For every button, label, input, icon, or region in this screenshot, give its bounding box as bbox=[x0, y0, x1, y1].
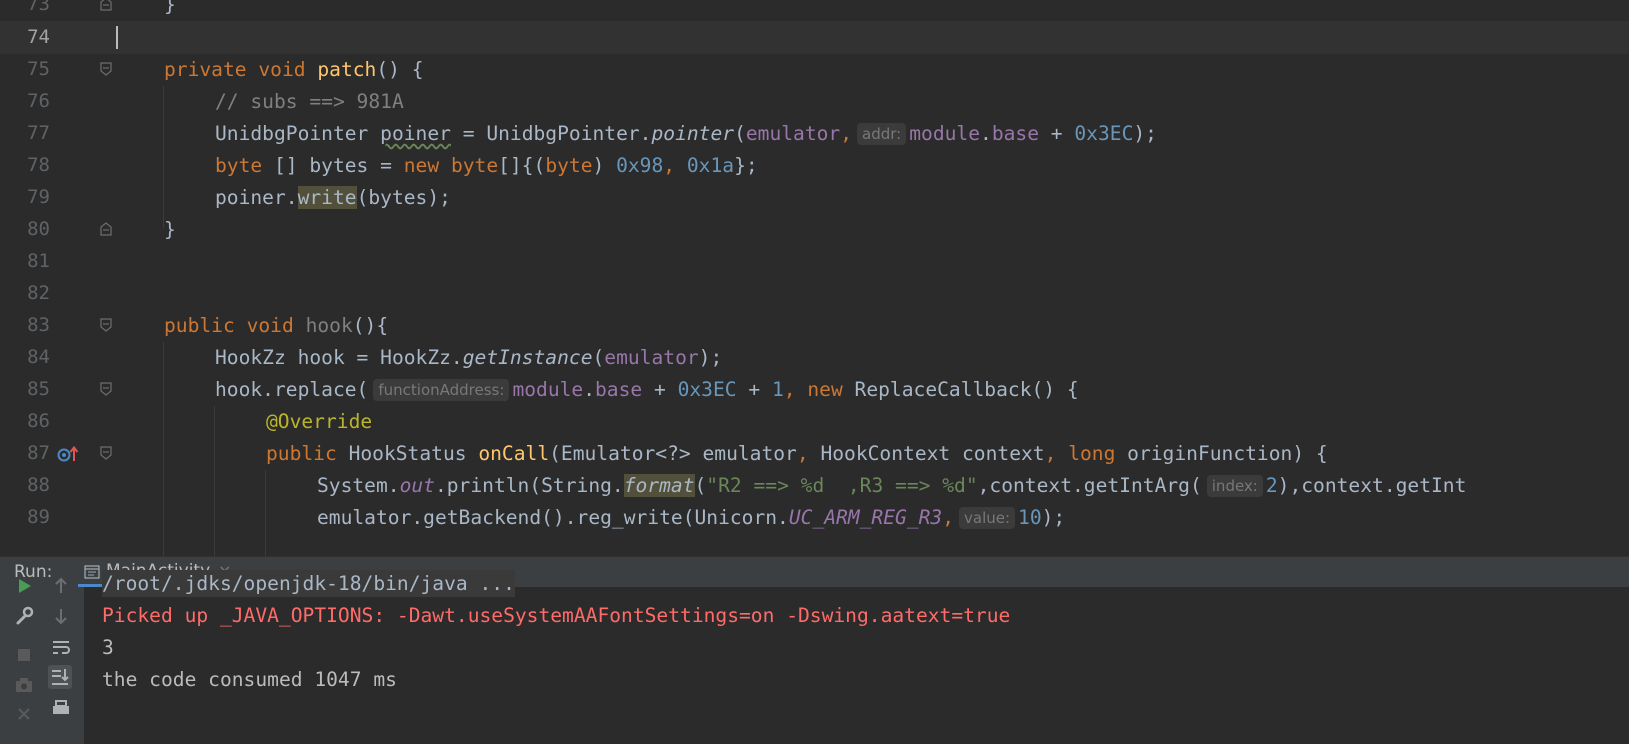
arrow-up-icon[interactable] bbox=[49, 574, 73, 598]
implements-method-icon[interactable] bbox=[56, 445, 80, 463]
run-toolbar bbox=[0, 577, 84, 744]
play-icon[interactable] bbox=[12, 574, 36, 598]
code-text: public HookStatus onCall(Emulator<?> emu… bbox=[266, 442, 1328, 465]
command-line[interactable]: /root/.jdks/openjdk-18/bin/java ... bbox=[102, 570, 515, 597]
fold-start-icon[interactable] bbox=[100, 446, 112, 460]
line-number: 87 bbox=[27, 442, 50, 464]
console-icon bbox=[84, 564, 100, 579]
camera-icon[interactable] bbox=[12, 672, 36, 696]
line-number: 80 bbox=[27, 218, 50, 240]
code-text: } bbox=[164, 218, 176, 241]
stop-icon[interactable] bbox=[12, 642, 36, 666]
parameter-hint: value: bbox=[959, 507, 1016, 529]
line-number: 74 bbox=[27, 26, 50, 48]
console-line: 3 bbox=[102, 636, 114, 659]
fold-start-icon[interactable] bbox=[100, 62, 112, 76]
code-comment: // subs ==> 981A bbox=[215, 90, 404, 113]
fold-end-icon[interactable] bbox=[100, 0, 112, 11]
line-number: 88 bbox=[27, 474, 50, 496]
scroll-to-end-icon[interactable] bbox=[48, 665, 72, 689]
code-editor[interactable]: 73 } 74 75 private void patch() { 76 // … bbox=[0, 0, 1629, 556]
fold-start-icon[interactable] bbox=[100, 318, 112, 332]
code-text: } bbox=[164, 0, 176, 16]
code-line[interactable]: 89 emulator.getBackend().reg_write(Unico… bbox=[0, 501, 1629, 534]
code-text: hook.replace(functionAddress: module.base… bbox=[215, 378, 1079, 401]
code-line[interactable]: 83 public void hook(){ bbox=[0, 309, 1629, 342]
console-line: Picked up _JAVA_OPTIONS: -Dawt.useSystem… bbox=[102, 604, 1011, 627]
code-line-current[interactable]: 74 bbox=[0, 21, 1629, 54]
close-icon[interactable] bbox=[12, 702, 36, 726]
code-line[interactable]: 86 @Override bbox=[0, 405, 1629, 438]
line-number: 82 bbox=[27, 282, 50, 304]
text-caret bbox=[116, 26, 118, 49]
code-line[interactable]: 80 } bbox=[0, 213, 1629, 246]
code-text: System.out.println(String.format("R2 ==>… bbox=[317, 474, 1467, 497]
code-text: emulator.getBackend().reg_write(Unicorn.… bbox=[317, 506, 1066, 529]
print-icon[interactable] bbox=[49, 697, 73, 721]
line-number: 86 bbox=[27, 410, 50, 432]
wrench-icon[interactable] bbox=[12, 604, 36, 628]
code-line[interactable]: 75 private void patch() { bbox=[0, 53, 1629, 86]
code-text: UnidbgPointer poiner = UnidbgPointer.poi… bbox=[215, 122, 1157, 145]
console-line: the code consumed 1047 ms bbox=[102, 668, 397, 691]
line-number: 78 bbox=[27, 154, 50, 176]
soft-wrap-icon[interactable] bbox=[49, 635, 73, 659]
fold-start-icon[interactable] bbox=[100, 382, 112, 396]
line-number: 73 bbox=[27, 0, 50, 15]
code-text: poiner.write(bytes); bbox=[215, 186, 451, 209]
console-output[interactable]: /root/.jdks/openjdk-18/bin/java ... Pick… bbox=[84, 570, 1629, 744]
line-number: 89 bbox=[27, 506, 50, 528]
code-text: byte [] bytes = new byte[]{(byte) 0x98, … bbox=[215, 154, 758, 177]
parameter-hint: addr: bbox=[857, 123, 907, 145]
line-number: 76 bbox=[27, 90, 50, 112]
code-line[interactable]: 76 // subs ==> 981A bbox=[0, 85, 1629, 118]
code-text: HookZz hook = HookZz.getInstance(emulato… bbox=[215, 346, 723, 369]
parameter-hint: index: bbox=[1206, 475, 1263, 497]
line-number: 77 bbox=[27, 122, 50, 144]
line-number: 81 bbox=[27, 250, 50, 272]
console-line: /root/.jdks/openjdk-18/bin/java ... bbox=[102, 567, 515, 600]
code-line[interactable]: 78 byte [] bytes = new byte[]{(byte) 0x9… bbox=[0, 149, 1629, 182]
code-line[interactable]: 73 } bbox=[0, 0, 1629, 21]
line-number: 75 bbox=[27, 58, 50, 80]
fold-end-icon[interactable] bbox=[100, 222, 112, 236]
code-line[interactable]: 82 bbox=[0, 277, 1629, 310]
code-line[interactable]: 79 poiner.write(bytes); bbox=[0, 181, 1629, 214]
code-line[interactable]: 87 public HookStatus onCall(Emulator<?> … bbox=[0, 437, 1629, 470]
code-line[interactable]: 77 UnidbgPointer poiner = UnidbgPointer.… bbox=[0, 117, 1629, 150]
code-text: private void patch() { bbox=[164, 58, 424, 81]
code-line[interactable]: 81 bbox=[0, 245, 1629, 278]
code-line[interactable]: 84 HookZz hook = HookZz.getInstance(emul… bbox=[0, 341, 1629, 374]
line-number: 79 bbox=[27, 186, 50, 208]
arrow-down-icon[interactable] bbox=[49, 604, 73, 628]
code-line[interactable]: 85 hook.replace(functionAddress: module.b… bbox=[0, 373, 1629, 406]
line-number: 83 bbox=[27, 314, 50, 336]
line-number: 85 bbox=[27, 378, 50, 400]
line-number: 84 bbox=[27, 346, 50, 368]
code-annotation: @Override bbox=[266, 410, 373, 433]
code-text: public void hook(){ bbox=[164, 314, 389, 337]
parameter-hint: functionAddress: bbox=[373, 379, 510, 401]
code-line[interactable]: 88 System.out.println(String.format("R2 … bbox=[0, 469, 1629, 502]
run-panel: /root/.jdks/openjdk-18/bin/java ... Pick… bbox=[0, 570, 1629, 744]
